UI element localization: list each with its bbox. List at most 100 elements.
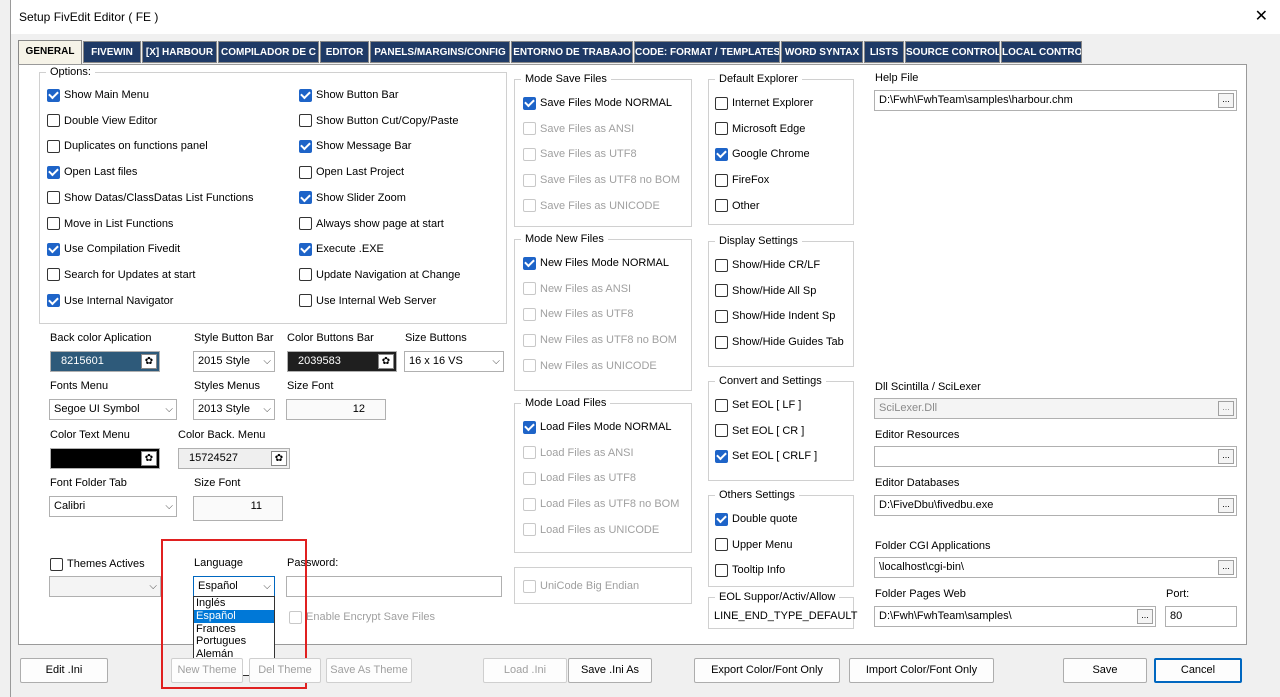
tab-fivewin[interactable]: FIVEWIN	[83, 41, 141, 63]
themes-actives-checkbox[interactable]: Themes Actives	[50, 557, 145, 571]
export-button[interactable]: Export Color/Font Only	[694, 658, 840, 683]
close-icon[interactable]: ✕	[1255, 6, 1268, 26]
color-text-menu-field[interactable]: ✿	[50, 448, 160, 469]
editor-resources-input[interactable]: ...	[874, 446, 1237, 467]
checkbox-save-files-as-utf8-no-bom[interactable]: Save Files as UTF8 no BOM	[523, 173, 680, 187]
checkbox-execute-exe[interactable]: Execute .EXE	[299, 242, 384, 256]
checkbox-show-hide-indent-sp[interactable]: Show/Hide Indent Sp	[715, 309, 835, 323]
checkbox-set-eol-cr[interactable]: Set EOL [ CR ]	[715, 424, 804, 438]
checkbox-tooltip-info[interactable]: Tooltip Info	[715, 563, 785, 577]
checkbox-save-files-as-unicode[interactable]: Save Files as UNICODE	[523, 199, 660, 213]
checkbox-save-files-as-ansi[interactable]: Save Files as ANSI	[523, 122, 634, 136]
color-back-menu-field[interactable]: 15724527 ✿	[178, 448, 290, 469]
tab-local-control[interactable]: LOCAL CONTROL	[1001, 41, 1082, 63]
edit-ini-button[interactable]: Edit .Ini	[20, 658, 108, 683]
tab-compilador-de-c[interactable]: COMPILADOR DE C	[218, 41, 319, 63]
save-button[interactable]: Save	[1063, 658, 1147, 683]
checkbox-load-files-as-utf8-no-bom[interactable]: Load Files as UTF8 no BOM	[523, 497, 679, 511]
cgi-input[interactable]: \localhost\cgi-bin\...	[874, 557, 1237, 578]
checkbox-show-message-bar[interactable]: Show Message Bar	[299, 139, 411, 153]
password-input[interactable]	[286, 576, 502, 597]
size-font2-input[interactable]: 11	[193, 496, 283, 521]
tab-entorno-de-trabajo[interactable]: ENTORNO DE TRABAJO	[511, 41, 633, 63]
checkbox-use-internal-web-server[interactable]: Use Internal Web Server	[299, 294, 436, 308]
checkbox-new-files-as-utf8[interactable]: New Files as UTF8	[523, 307, 634, 321]
checkbox-new-files-as-ansi[interactable]: New Files as ANSI	[523, 282, 631, 296]
encrypt-checkbox[interactable]: Enable Encrypt Save Files	[289, 610, 435, 624]
load-ini-button[interactable]: Load .Ini	[483, 658, 567, 683]
tab-source-control[interactable]: SOURCE CONTROL	[905, 41, 1000, 63]
dll-input[interactable]: SciLexer.Dll...	[874, 398, 1237, 419]
checkbox-show-main-menu[interactable]: Show Main Menu	[47, 88, 149, 102]
port-input[interactable]: 80	[1165, 606, 1237, 627]
size-buttons-select[interactable]: 16 x 16 VS ⌵	[404, 351, 504, 372]
tab-code-format-templates[interactable]: CODE: FORMAT / TEMPLATES	[634, 41, 780, 63]
style-button-bar-select[interactable]: 2015 Style ⌵	[193, 351, 275, 372]
checkbox-load-files-as-ansi[interactable]: Load Files as ANSI	[523, 446, 634, 460]
checkbox-double-quote[interactable]: Double quote	[715, 512, 797, 526]
checkbox-other[interactable]: Other	[715, 199, 760, 213]
checkbox-move-in-list-functions[interactable]: Move in List Functions	[47, 217, 173, 231]
checkbox-open-last-project[interactable]: Open Last Project	[299, 165, 404, 179]
checkbox-show-hide-all-sp[interactable]: Show/Hide All Sp	[715, 284, 816, 298]
checkbox-show-slider-zoom[interactable]: Show Slider Zoom	[299, 191, 406, 205]
checkbox-show-button-cut-copy-paste[interactable]: Show Button Cut/Copy/Paste	[299, 114, 458, 128]
font-folder-tab-select[interactable]: Calibri ⌵	[49, 496, 177, 517]
import-button[interactable]: Import Color/Font Only	[849, 658, 994, 683]
checkbox-firefox[interactable]: FireFox	[715, 173, 769, 187]
browse-button[interactable]: ...	[1218, 498, 1234, 513]
checkbox-internet-explorer[interactable]: Internet Explorer	[715, 96, 813, 110]
checkbox-upper-menu[interactable]: Upper Menu	[715, 538, 793, 552]
tab-lists[interactable]: LISTS	[864, 41, 904, 63]
checkbox-show-datas-classdatas-list-functions[interactable]: Show Datas/ClassDatas List Functions	[47, 191, 254, 205]
checkbox-show-button-bar[interactable]: Show Button Bar	[299, 88, 399, 102]
checkbox-show-hide-cr-lf[interactable]: Show/Hide CR/LF	[715, 258, 820, 272]
checkbox-search-for-updates-at-start[interactable]: Search for Updates at start	[47, 268, 195, 282]
save-ini-as-button[interactable]: Save .Ini As	[568, 658, 652, 683]
browse-button[interactable]: ...	[1218, 449, 1234, 464]
checkbox-double-view-editor[interactable]: Double View Editor	[47, 114, 157, 128]
checkbox-duplicates-on-functions-panel[interactable]: Duplicates on functions panel	[47, 139, 208, 153]
checkbox-set-eol-crlf[interactable]: Set EOL [ CRLF ]	[715, 449, 817, 463]
save-as-theme-button[interactable]: Save As Theme	[326, 658, 412, 683]
styles-menus-select[interactable]: 2013 Style ⌵	[193, 399, 275, 420]
del-theme-button[interactable]: Del Theme	[249, 658, 321, 683]
checkbox-google-chrome[interactable]: Google Chrome	[715, 147, 810, 161]
size-font-input[interactable]: 12	[286, 399, 386, 420]
cancel-button[interactable]: Cancel	[1154, 658, 1242, 683]
new-theme-button[interactable]: New Theme	[171, 658, 243, 683]
checkbox-show-hide-guides-tab[interactable]: Show/Hide Guides Tab	[715, 335, 844, 349]
checkbox-set-eol-lf[interactable]: Set EOL [ LF ]	[715, 398, 801, 412]
checkbox-new-files-as-unicode[interactable]: New Files as UNICODE	[523, 359, 657, 373]
checkbox-new-files-mode-normal[interactable]: New Files Mode NORMAL	[523, 256, 669, 270]
fonts-menu-select[interactable]: Segoe UI Symbol ⌵	[49, 399, 177, 420]
back-color-field[interactable]: 8215601 ✿	[50, 351, 160, 372]
checkbox-load-files-mode-normal[interactable]: Load Files Mode NORMAL	[523, 420, 671, 434]
tab-x-harbour[interactable]: [X] HARBOUR	[142, 41, 217, 63]
checkbox-new-files-as-utf8-no-bom[interactable]: New Files as UTF8 no BOM	[523, 333, 677, 347]
checkbox-microsoft-edge[interactable]: Microsoft Edge	[715, 122, 805, 136]
unicode-big-endian-checkbox[interactable]: UniCode Big Endian	[523, 579, 639, 593]
color-picker-icon[interactable]: ✿	[141, 354, 157, 369]
checkbox-use-internal-navigator[interactable]: Use Internal Navigator	[47, 294, 173, 308]
checkbox-load-files-as-utf8[interactable]: Load Files as UTF8	[523, 471, 636, 485]
color-picker-icon[interactable]: ✿	[141, 451, 157, 466]
checkbox-use-compilation-fivedit[interactable]: Use Compilation Fivedit	[47, 242, 180, 256]
checkbox-update-navigation-at-change[interactable]: Update Navigation at Change	[299, 268, 460, 282]
checkbox-load-files-as-unicode[interactable]: Load Files as UNICODE	[523, 523, 659, 537]
color-buttons-bar-field[interactable]: 2039583 ✿	[287, 351, 397, 372]
tab-editor[interactable]: EDITOR	[320, 41, 369, 63]
editor-databases-input[interactable]: D:\FiveDbu\fivedbu.exe...	[874, 495, 1237, 516]
browse-button[interactable]: ...	[1218, 93, 1234, 108]
color-picker-icon[interactable]: ✿	[271, 451, 287, 466]
tab-word-syntax[interactable]: WORD SYNTAX	[781, 41, 863, 63]
pages-web-input[interactable]: D:\Fwh\FwhTeam\samples\...	[874, 606, 1156, 627]
checkbox-open-last-files[interactable]: Open Last files	[47, 165, 137, 179]
browse-button[interactable]: ...	[1218, 401, 1234, 416]
checkbox-save-files-as-utf8[interactable]: Save Files as UTF8	[523, 147, 637, 161]
checkbox-always-show-page-at-start[interactable]: Always show page at start	[299, 217, 444, 231]
tab-general[interactable]: GENERAL	[18, 40, 82, 65]
help-file-input[interactable]: D:\Fwh\FwhTeam\samples\harbour.chm...	[874, 90, 1237, 111]
color-picker-icon[interactable]: ✿	[378, 354, 394, 369]
tab-panels-margins-config[interactable]: PANELS/MARGINS/CONFIG	[370, 41, 510, 63]
